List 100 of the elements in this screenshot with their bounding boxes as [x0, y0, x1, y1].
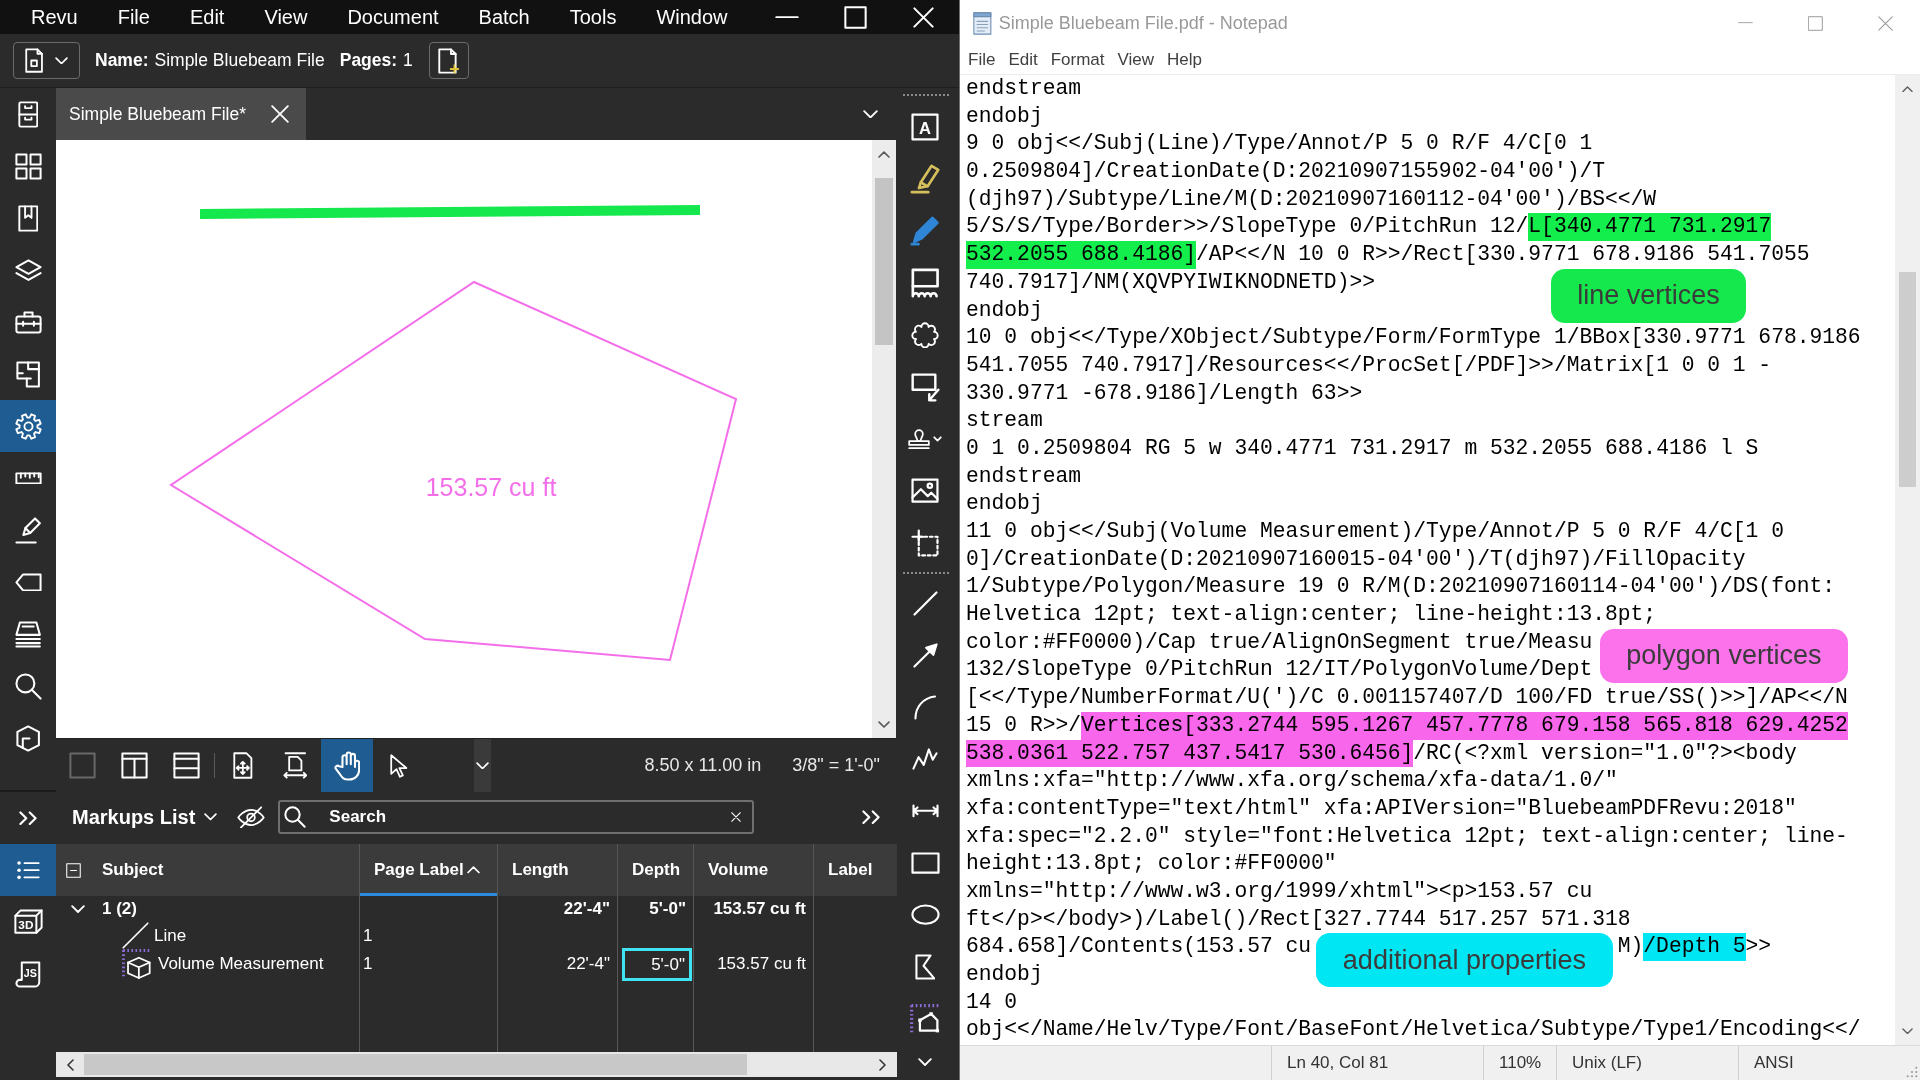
- scroll-icon: JS: [15, 960, 41, 988]
- table-cell[interactable]: 22'-4": [563, 899, 617, 919]
- column-header[interactable]: Depth: [617, 844, 693, 896]
- code-line: Helvetica 12pt; text-align:center; line-height:13.8pt;: [966, 601, 1657, 629]
- table-cell[interactable]: 153.57 cu ft: [713, 899, 813, 919]
- chevron-down-icon[interactable]: [476, 761, 489, 770]
- rectangle-icon[interactable]: [910, 851, 940, 875]
- zigzag-icon[interactable]: [912, 747, 938, 771]
- text-cloud-icon[interactable]: [910, 268, 940, 298]
- code-line: 132/SlopeType 0/PitchRun 12/IT/PolygonVolume/Dept: [966, 656, 1593, 684]
- row-label[interactable]: Volume Measurement: [158, 954, 324, 974]
- menu-item[interactable]: Edit: [169, 0, 245, 34]
- chevron-down-icon[interactable]: [863, 109, 878, 119]
- collapse-all-icon[interactable]: [66, 862, 81, 878]
- search-field[interactable]: Search: [278, 800, 755, 834]
- field-value: 1: [403, 50, 413, 71]
- eye-slash-icon[interactable]: [237, 805, 266, 829]
- menu-item[interactable]: View: [244, 0, 328, 34]
- scroll-right-icon[interactable]: [879, 1058, 886, 1071]
- code-line: endstream: [966, 462, 1082, 490]
- sidebar-tab[interactable]: [0, 844, 56, 896]
- table-cell[interactable]: 153.57 cu ft: [717, 954, 813, 974]
- field-label: Pages:: [339, 50, 398, 71]
- node-polygon-icon[interactable]: [909, 1003, 941, 1035]
- code-line: 9 0 obj<</Subj(Line)/Type/Annot/P 5 0 R/F 4/C[0 1: [966, 130, 1593, 158]
- horizontal-scrollbar[interactable]: [56, 1052, 897, 1077]
- scroll-down-icon: [878, 721, 890, 729]
- panel-title-dropdown[interactable]: Markups List: [72, 805, 218, 829]
- menu-item[interactable]: File: [968, 50, 996, 70]
- vertical-scrollbar[interactable]: [1895, 75, 1920, 1045]
- table-cell[interactable]: 5'-0": [622, 948, 692, 981]
- column-header[interactable]: Length: [497, 844, 617, 896]
- polygon-icon[interactable]: [914, 954, 936, 980]
- menu-item[interactable]: Help: [1167, 50, 1203, 70]
- sidebar-tab[interactable]: JS: [0, 948, 56, 1000]
- menu-item[interactable]: Window: [636, 0, 748, 34]
- text-box-icon[interactable]: A: [911, 113, 939, 141]
- code-line: (djh97)/Subtype/Line/M(D:20210907160112-04'00')/BS<</W: [966, 185, 1657, 213]
- scrollbar-thumb[interactable]: [84, 1054, 747, 1075]
- menu-item[interactable]: Edit: [1008, 50, 1038, 70]
- stamp-icon[interactable]: [908, 428, 942, 450]
- dashed-frame-icon[interactable]: [911, 529, 939, 557]
- code-line: 0]/CreationDate(D:20210907160015-04'00')/T(djh97)/FillOpacity: [966, 545, 1746, 573]
- highlighter-icon[interactable]: [910, 164, 940, 194]
- status-item: Unix (LF): [1556, 1046, 1738, 1080]
- table-cell[interactable]: 1: [363, 925, 380, 946]
- chevron-down-icon: [204, 813, 218, 821]
- line-icon[interactable]: [912, 590, 938, 616]
- chevron-icon[interactable]: [71, 904, 85, 914]
- vertical-scrollbar[interactable]: [872, 140, 896, 738]
- arrow-icon[interactable]: [912, 642, 938, 668]
- scroll-left-icon[interactable]: [67, 1058, 74, 1071]
- new-page-button[interactable]: [428, 42, 469, 79]
- callout-icon[interactable]: [910, 372, 940, 402]
- menu-item[interactable]: Format: [1050, 50, 1105, 70]
- code-line: ft</p></body>)/Label()/Rect[327.7744 517.257 571.318: [966, 905, 1631, 933]
- cloud-icon[interactable]: [911, 321, 939, 349]
- menu-item[interactable]: Document: [327, 0, 459, 34]
- row-label[interactable]: Line: [154, 925, 187, 946]
- column-header[interactable]: Volume: [693, 844, 813, 896]
- menu-item[interactable]: Revu: [11, 0, 98, 34]
- split-horizontal-icon: [172, 752, 200, 779]
- scrollbar-thumb[interactable]: [1899, 272, 1916, 487]
- sidebar-tab[interactable]: [0, 400, 56, 452]
- document-menu-button[interactable]: [13, 42, 80, 79]
- column-header[interactable]: Page Label: [359, 844, 497, 896]
- code-text: /AP<</N 10 0 R>>/Rect[330.9771 678.9186 541.7055: [1196, 242, 1810, 267]
- highlighted-text: /Depth 5: [1643, 933, 1746, 961]
- row-label[interactable]: 1 (2): [102, 899, 137, 919]
- menu-item[interactable]: Tools: [549, 0, 637, 34]
- highlighted-text: 538.0361 522.757 437.5417 530.6456]: [966, 739, 1414, 768]
- double-chevron-icon[interactable]: [862, 809, 880, 825]
- tray-icon: [14, 620, 42, 648]
- chevron-down-icon[interactable]: [918, 1058, 932, 1067]
- document-tab[interactable]: Simple Bluebeam File*: [56, 88, 306, 140]
- menu-item[interactable]: Batch: [458, 0, 550, 34]
- search-icon: [14, 672, 42, 700]
- code-line: 14 0: [966, 988, 1018, 1016]
- pen-icon[interactable]: [910, 216, 940, 246]
- gear-icon: [14, 412, 42, 440]
- view-tool-button[interactable]: [321, 739, 373, 792]
- highlighted-text: 532.2055 688.4186]: [966, 241, 1197, 269]
- table-cell[interactable]: 1: [363, 954, 380, 974]
- callout-label: additional properties: [1316, 933, 1613, 988]
- arc-icon[interactable]: [913, 694, 937, 720]
- sidebar-tab[interactable]: 3D: [0, 896, 56, 948]
- scrollbar-thumb[interactable]: [875, 178, 893, 345]
- menu-item[interactable]: File: [97, 0, 170, 34]
- ellipse-icon[interactable]: [910, 904, 940, 926]
- menu-item[interactable]: View: [1117, 50, 1155, 70]
- image-icon[interactable]: [911, 478, 939, 504]
- dimension-icon[interactable]: [911, 804, 939, 818]
- table-cell[interactable]: 5'-0": [649, 899, 693, 919]
- clear-icon[interactable]: [731, 812, 742, 822]
- table-cell[interactable]: 22'-4": [566, 954, 617, 974]
- code-line: 330.9771 -678.9186]/Length 63>>: [966, 379, 1363, 407]
- column-header[interactable]: Subject: [102, 844, 359, 896]
- resize-grip-icon[interactable]: [1906, 1066, 1918, 1078]
- double-chevron-icon[interactable]: [19, 810, 37, 826]
- code-line: 0.2509804]/CreationDate(D:20210907155902-04'00')/T: [966, 158, 1605, 186]
